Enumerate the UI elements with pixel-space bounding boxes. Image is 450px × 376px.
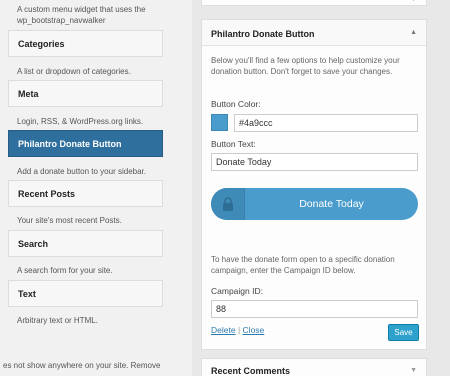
expand-arrow-icon[interactable]: ▼: [410, 0, 417, 3]
link-separator: |: [237, 325, 241, 335]
panel-title: Recent Comments: [211, 366, 291, 376]
widget-description: Arbitrary text or HTML.: [17, 316, 98, 325]
widget-categories[interactable]: Categories: [8, 30, 163, 57]
philantro-donate-widget-panel: Philantro Donate Button ▲ Below you'll f…: [201, 19, 427, 350]
color-swatch[interactable]: [211, 114, 228, 131]
widget-meta[interactable]: Meta: [8, 80, 163, 107]
button-color-input[interactable]: #4a9ccc: [234, 114, 418, 132]
widget-description: Login, RSS, & WordPress.org links.: [17, 117, 144, 126]
lock-icon: [223, 197, 233, 211]
expand-arrow-icon[interactable]: ▼: [410, 367, 417, 374]
widget-text[interactable]: Text: [8, 280, 163, 307]
widget-description: A search form for your site.: [17, 266, 113, 275]
campaign-intro: To have the donate form open to a specif…: [211, 255, 395, 275]
button-text-label: Button Text:: [211, 139, 256, 149]
donate-button-label: Donate Today: [299, 198, 364, 210]
save-button[interactable]: Save: [388, 324, 419, 341]
campaign-id-label: Campaign ID:: [211, 286, 263, 296]
widget-recent-posts[interactable]: Recent Posts: [8, 180, 163, 207]
recent-comments-panel[interactable]: Recent Comments ▼: [201, 358, 427, 376]
widget-intro: Below you'll find a few options to help …: [211, 56, 400, 76]
campaign-id-input[interactable]: 88: [211, 300, 418, 318]
widget-philantro-donate-button[interactable]: Philantro Donate Button: [8, 130, 163, 157]
widget-control-links: Delete | Close: [211, 325, 264, 335]
donate-button-preview[interactable]: Donate Today: [211, 188, 418, 220]
button-text-input[interactable]: Donate Today: [211, 153, 418, 171]
delete-link[interactable]: Delete: [211, 325, 236, 335]
widget-search[interactable]: Search: [8, 230, 163, 257]
widget-description: A custom menu widget that uses the wp_bo…: [17, 5, 146, 25]
lock-section: [211, 188, 245, 220]
widget-title: Philantro Donate Button: [211, 29, 315, 39]
available-widgets: A custom menu widget that uses the wp_bo…: [0, 0, 190, 376]
widget-description: Add a donate button to your sidebar.: [17, 167, 146, 176]
widget-description: A list or dropdown of categories.: [17, 67, 131, 76]
inactive-widgets-note: es not show anywhere on your site. Remov…: [3, 361, 161, 370]
widget-description: Your site's most recent Posts.: [17, 216, 122, 225]
button-color-label: Button Color:: [211, 99, 261, 109]
collapse-arrow-icon[interactable]: ▲: [410, 29, 417, 36]
close-link[interactable]: Close: [243, 325, 265, 335]
widget-header[interactable]: Philantro Donate Button ▲: [202, 20, 426, 46]
recent-posts-panel[interactable]: ▼: [201, 0, 427, 6]
